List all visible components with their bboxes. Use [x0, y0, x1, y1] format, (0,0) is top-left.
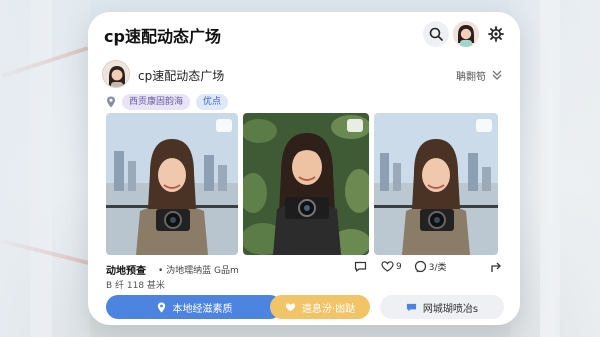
- user-avatar-button[interactable]: [453, 21, 479, 47]
- search-button[interactable]: [423, 21, 449, 47]
- card-header: cp速配动态广场: [88, 12, 520, 56]
- post-actions: 9 3/类: [354, 260, 447, 273]
- primary-cta-button[interactable]: 本地经滋素质: [106, 295, 282, 319]
- like-button[interactable]: 9: [381, 260, 402, 273]
- tertiary-cta-label: 网城瑚喷冶s: [422, 303, 479, 315]
- secondary-cta-label: 遠息汾·凼跶: [301, 303, 356, 315]
- app-title: cp速配动态广场: [104, 27, 221, 46]
- post-meta: B 纤 118 甚米: [106, 281, 165, 291]
- feed-card: cp速配动态广场 cp速配动态广场 聃翾笱 西贡康固韵海 优点 动地预查 • 沩…: [88, 12, 520, 325]
- post-header: cp速配动态广场 聃翾笱: [102, 60, 506, 92]
- comment-button[interactable]: [354, 260, 369, 273]
- primary-cta-label: 本地经滋素质: [172, 303, 233, 315]
- photo-leaves-portrait: [243, 113, 369, 255]
- settings-button[interactable]: [483, 21, 509, 47]
- secondary-cta-button[interactable]: 遠息汾·凼跶: [270, 295, 370, 319]
- share-icon[interactable]: [490, 260, 504, 274]
- photo-city-portrait: [374, 113, 498, 255]
- search-icon: [429, 27, 443, 41]
- photo-badge-icon: [476, 119, 492, 132]
- post-photo[interactable]: [243, 113, 369, 255]
- avatar: [453, 21, 479, 47]
- chevron-down-icon[interactable]: [490, 67, 504, 81]
- photo-gallery: [106, 113, 520, 255]
- location-pin-icon: [157, 301, 165, 313]
- location-tag[interactable]: 西贡康固韵海: [122, 94, 191, 110]
- post-photo[interactable]: [106, 113, 238, 255]
- post-title: 动地预查: [106, 266, 146, 277]
- photo-badge-icon: [347, 119, 363, 132]
- chat-icon: [406, 303, 416, 311]
- post-author-name[interactable]: cp速配动态广场: [138, 67, 224, 84]
- post-tags: 西贡康固韵海 优点: [106, 94, 229, 110]
- photo-city-portrait: [106, 113, 238, 255]
- photo-badge-icon: [216, 119, 232, 132]
- like-count: 9: [396, 261, 402, 272]
- comment-icon: [354, 261, 367, 272]
- comment-icon: [414, 260, 426, 273]
- post-author-avatar[interactable]: [102, 60, 130, 88]
- location-pin-icon: [107, 96, 115, 108]
- tertiary-cta-button[interactable]: 网城瑚喷冶s: [380, 295, 504, 319]
- background-blur-left: [0, 0, 90, 337]
- avatar: [103, 61, 129, 87]
- share-count-button[interactable]: 3/类: [414, 260, 447, 273]
- heart-icon: [381, 261, 394, 272]
- follow-label[interactable]: 聃翾笱: [456, 68, 486, 83]
- heart-icon: [285, 303, 296, 311]
- background-blur-right: [510, 0, 600, 337]
- reply-count: 3/类: [428, 263, 447, 273]
- topic-tag[interactable]: 优点: [196, 94, 229, 110]
- post-photo[interactable]: [374, 113, 498, 255]
- post-subtitle: • 沩地瓀纳蓝 G品m: [158, 266, 239, 276]
- gear-icon: [488, 26, 504, 42]
